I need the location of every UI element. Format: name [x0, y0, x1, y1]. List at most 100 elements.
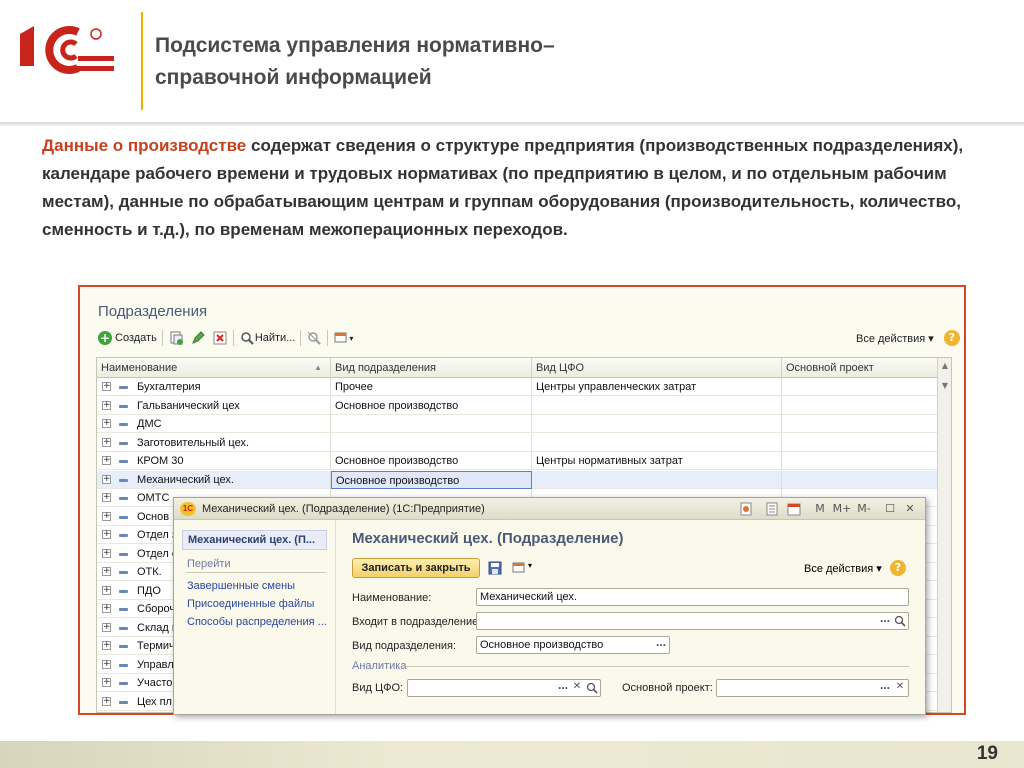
name-input[interactable]: Механический цех.: [476, 588, 909, 606]
copy-icon[interactable]: [168, 330, 184, 346]
table-cell-project[interactable]: [782, 396, 938, 415]
nav-link-distribution-methods[interactable]: Способы распределения ...: [187, 616, 327, 628]
table-cell-project[interactable]: [782, 470, 938, 489]
memory-m-button[interactable]: M: [812, 501, 828, 517]
table-cell-name[interactable]: КРОМ 30: [97, 452, 331, 470]
table-cell-name[interactable]: ДМС: [97, 415, 331, 433]
all-actions-menu[interactable]: Все действия ▾: [856, 332, 934, 345]
toolbar-separator: [300, 330, 302, 346]
table-cell-cfo[interactable]: [532, 433, 782, 452]
table-cell-cfo[interactable]: Центры управленческих затрат: [532, 378, 782, 396]
select-ellipsis-button[interactable]: …: [654, 638, 668, 652]
department-kind-input[interactable]: Основное производство …: [476, 636, 670, 654]
table-cell-cfo[interactable]: Центры нормативных затрат: [532, 452, 782, 470]
edit-pencil-icon[interactable]: [190, 330, 206, 346]
cfo-kind-input[interactable]: … ✕: [407, 679, 601, 697]
search-icon[interactable]: [239, 330, 255, 346]
table-cell-name[interactable]: Заготовительный цех.: [97, 433, 331, 452]
slide: Подсистема управления нормативно– справо…: [0, 0, 1024, 768]
document-icon[interactable]: [738, 501, 754, 517]
dialog-titlebar[interactable]: 1С Механический цех. (Подразделение) (1С…: [174, 498, 925, 520]
maximize-icon[interactable]: ☐: [882, 501, 898, 517]
intro-highlight: Данные о производстве: [42, 136, 247, 155]
search-icon[interactable]: [893, 614, 907, 628]
list-icon[interactable]: [764, 501, 780, 517]
table-cell-project[interactable]: [782, 378, 938, 396]
table-cell-project[interactable]: [782, 452, 938, 470]
scroll-up-icon[interactable]: ▲: [938, 358, 951, 374]
table-cell-cfo[interactable]: [532, 415, 782, 433]
chevron-down-icon[interactable]: ▾: [349, 334, 353, 343]
close-icon[interactable]: ✕: [902, 501, 918, 517]
nav-link-completed-shifts[interactable]: Завершенные смены: [187, 580, 295, 592]
parent-department-label: Входит в подразделение:: [352, 616, 482, 628]
memory-m-plus-button[interactable]: M+: [832, 501, 852, 517]
main-project-label: Основной проект:: [622, 682, 713, 694]
slide-title-line2: справочной информацией: [155, 66, 432, 89]
sort-asc-icon: ▲: [314, 363, 322, 372]
column-header-name[interactable]: Наименование ▲: [97, 358, 331, 378]
list-toolbar: + Создать Найти... ▾: [98, 327, 353, 349]
toolbar-separator: [161, 330, 163, 346]
nav-link-attached-files[interactable]: Присоединенные файлы: [187, 598, 314, 610]
delete-mark-icon[interactable]: [212, 330, 228, 346]
create-button[interactable]: Создать: [115, 332, 157, 344]
dialog-all-actions-menu[interactable]: Все действия ▾: [804, 562, 882, 575]
table-cell-cfo[interactable]: [532, 396, 782, 415]
table-cell-project[interactable]: [782, 415, 938, 433]
table-cell-cfo[interactable]: [532, 470, 782, 489]
table-cell-kind[interactable]: Основное производство: [331, 470, 532, 489]
help-icon[interactable]: ?: [943, 330, 960, 346]
select-ellipsis-button[interactable]: …: [878, 614, 892, 628]
table-cell-name[interactable]: Механический цех.: [97, 470, 331, 489]
find-button[interactable]: Найти...: [255, 332, 296, 344]
table-row[interactable]: + Механический цех. Основное производство: [97, 470, 938, 489]
cancel-search-icon[interactable]: [306, 330, 322, 346]
toolbar-separator: [327, 330, 329, 346]
structure-icon[interactable]: [511, 560, 527, 576]
nav-goto-divider: [186, 572, 326, 573]
slide-title: Подсистема управления нормативно– справо…: [155, 30, 855, 94]
clear-x-icon[interactable]: ✕: [893, 681, 907, 695]
column-header-project[interactable]: Основной проект: [782, 358, 938, 378]
select-ellipsis-button[interactable]: …: [556, 681, 570, 695]
table-cell-kind[interactable]: [331, 415, 532, 433]
column-header-kind[interactable]: Вид подразделения: [331, 358, 532, 378]
table-cell-kind[interactable]: Основное производство: [331, 396, 532, 415]
clear-x-icon[interactable]: ✕: [570, 681, 584, 695]
department-dialog: 1С Механический цех. (Подразделение) (1С…: [173, 497, 926, 715]
search-icon[interactable]: [585, 681, 599, 695]
column-header-cfo[interactable]: Вид ЦФО: [532, 358, 782, 378]
nav-current-item[interactable]: Механический цех. (П...: [182, 530, 327, 550]
table-row[interactable]: + Бухгалтерия Прочее Центры управленческих …: [97, 378, 938, 396]
table-row[interactable]: + Гальванический цех Основное производство: [97, 396, 938, 415]
main-project-input[interactable]: … ✕: [716, 679, 909, 697]
parent-department-input[interactable]: …: [476, 612, 909, 630]
structure-icon[interactable]: [333, 330, 349, 346]
chevron-down-icon[interactable]: ▾: [528, 561, 532, 570]
save-and-close-button[interactable]: Записать и закрыть: [352, 558, 480, 578]
vertical-scrollbar[interactable]: ▲ ▼: [937, 358, 951, 712]
memory-m-minus-button[interactable]: M-: [854, 501, 874, 517]
table-row[interactable]: + ДМС: [97, 415, 938, 433]
save-icon[interactable]: [487, 560, 503, 576]
table-cell-name[interactable]: Бухгалтерия: [97, 378, 331, 396]
dialog-help-icon[interactable]: ?: [890, 560, 906, 576]
calendar-icon[interactable]: [786, 501, 802, 517]
analytics-divider: [406, 666, 909, 667]
select-ellipsis-button[interactable]: …: [878, 681, 892, 695]
name-label: Наименование:: [352, 592, 432, 604]
table-cell-kind[interactable]: Основное производство: [331, 452, 532, 470]
page-number: 19: [976, 743, 998, 764]
table-row[interactable]: + Заготовительный цех.: [97, 433, 938, 452]
table-cell-kind[interactable]: Прочее: [331, 378, 532, 396]
table-cell-kind[interactable]: [331, 433, 532, 452]
1c-logo: [20, 26, 114, 74]
analytics-group-label: Аналитика: [352, 660, 407, 672]
scroll-down-icon[interactable]: ▼: [938, 378, 951, 394]
dialog-window-title: Механический цех. (Подразделение) (1С:Пр…: [202, 503, 485, 515]
form-title: Механический цех. (Подразделение): [352, 530, 624, 547]
table-row[interactable]: + КРОМ 30 Основное производство Центры норм…: [97, 452, 938, 470]
table-cell-project[interactable]: [782, 433, 938, 452]
table-cell-name[interactable]: Гальванический цех: [97, 396, 331, 415]
